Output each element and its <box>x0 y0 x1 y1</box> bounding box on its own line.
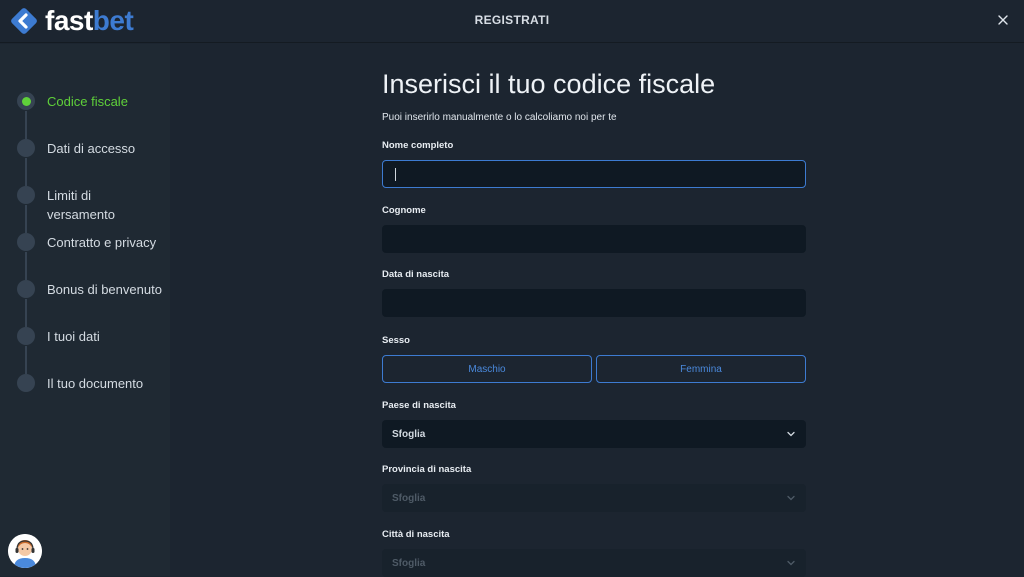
step-dot <box>17 233 35 251</box>
data-nascita-input[interactable] <box>382 289 806 317</box>
step-dot <box>17 139 35 157</box>
provincia-value: Sfoglia <box>392 492 426 504</box>
top-bar: fastbet REGISTRATI <box>0 0 1024 43</box>
fiscal-code-form: Inserisci il tuo codice fiscale Puoi ins… <box>382 68 806 577</box>
step-dot <box>17 186 35 204</box>
field-sesso: Sesso Maschio Femmina <box>382 335 806 383</box>
field-nome: Nome completo <box>382 140 806 188</box>
steps-sidebar: Codice fiscale Dati di accesso Limiti di… <box>0 44 170 576</box>
gender-options: Maschio Femmina <box>382 355 806 383</box>
step-dot <box>17 374 35 392</box>
cognome-label: Cognome <box>382 205 426 216</box>
step-label: Limiti di versamento <box>47 188 115 222</box>
citta-value: Sfoglia <box>392 557 426 569</box>
close-icon <box>998 15 1008 25</box>
step-list: Codice fiscale Dati di accesso Limiti di… <box>17 92 162 421</box>
support-chat-button[interactable] <box>8 534 42 568</box>
step-bonus-di-benvenuto[interactable]: Bonus di benvenuto <box>17 280 162 327</box>
chevron-down-icon <box>787 495 795 501</box>
step-codice-fiscale[interactable]: Codice fiscale <box>17 92 162 139</box>
field-paese: Paese di nascita Sfoglia <box>382 400 806 448</box>
step-dot <box>17 327 35 345</box>
support-agent-icon <box>8 534 42 568</box>
step-active-dot <box>17 92 35 110</box>
step-connector <box>25 252 27 280</box>
maschio-button[interactable]: Maschio <box>382 355 592 383</box>
provincia-label: Provincia di nascita <box>382 464 472 475</box>
step-dot <box>17 280 35 298</box>
nome-input[interactable] <box>382 160 806 188</box>
step-il-tuo-documento[interactable]: Il tuo documento <box>17 374 162 421</box>
paese-label: Paese di nascita <box>382 400 456 411</box>
step-connector <box>25 111 27 139</box>
step-label: Codice fiscale <box>47 94 128 109</box>
field-cognome: Cognome <box>382 205 806 253</box>
femmina-button[interactable]: Femmina <box>596 355 806 383</box>
provincia-select[interactable]: Sfoglia <box>382 484 806 512</box>
step-label: Contratto e privacy <box>47 235 157 250</box>
step-label: Il tuo documento <box>47 376 144 391</box>
step-connector <box>25 158 27 186</box>
step-dati-di-accesso[interactable]: Dati di accesso <box>17 139 162 186</box>
chevron-down-icon <box>787 560 795 566</box>
field-citta: Città di nascita Sfoglia <box>382 529 806 577</box>
step-label: I tuoi dati <box>47 329 100 344</box>
step-contratto-e-privacy[interactable]: Contratto e privacy <box>17 233 162 280</box>
chevron-down-icon <box>787 431 795 437</box>
field-provincia: Provincia di nascita Sfoglia <box>382 464 806 512</box>
form-heading: Inserisci il tuo codice fiscale <box>382 69 716 99</box>
nome-label: Nome completo <box>382 140 454 151</box>
cognome-input[interactable] <box>382 225 806 253</box>
step-connector <box>25 299 27 327</box>
main-content: Inserisci il tuo codice fiscale Puoi ins… <box>170 44 1024 577</box>
citta-select[interactable]: Sfoglia <box>382 549 806 577</box>
page-title: REGISTRATI <box>474 13 550 27</box>
data-nascita-label: Data di nascita <box>382 269 450 280</box>
paese-value: Sfoglia <box>392 428 426 440</box>
text-caret <box>395 167 396 181</box>
close-button[interactable] <box>996 13 1010 27</box>
field-data-nascita: Data di nascita <box>382 269 806 317</box>
sesso-label: Sesso <box>382 335 410 346</box>
paese-select[interactable]: Sfoglia <box>382 420 806 448</box>
step-connector <box>25 346 27 374</box>
step-connector <box>25 205 27 233</box>
step-label: Bonus di benvenuto <box>47 282 162 297</box>
step-i-tuoi-dati[interactable]: I tuoi dati <box>17 327 162 374</box>
citta-label: Città di nascita <box>382 529 450 540</box>
step-label: Dati di accesso <box>47 141 136 156</box>
form-subheading: Puoi inserirlo manualmente o lo calcolia… <box>382 112 617 123</box>
step-limiti-di-versamento[interactable]: Limiti di versamento <box>17 186 162 233</box>
